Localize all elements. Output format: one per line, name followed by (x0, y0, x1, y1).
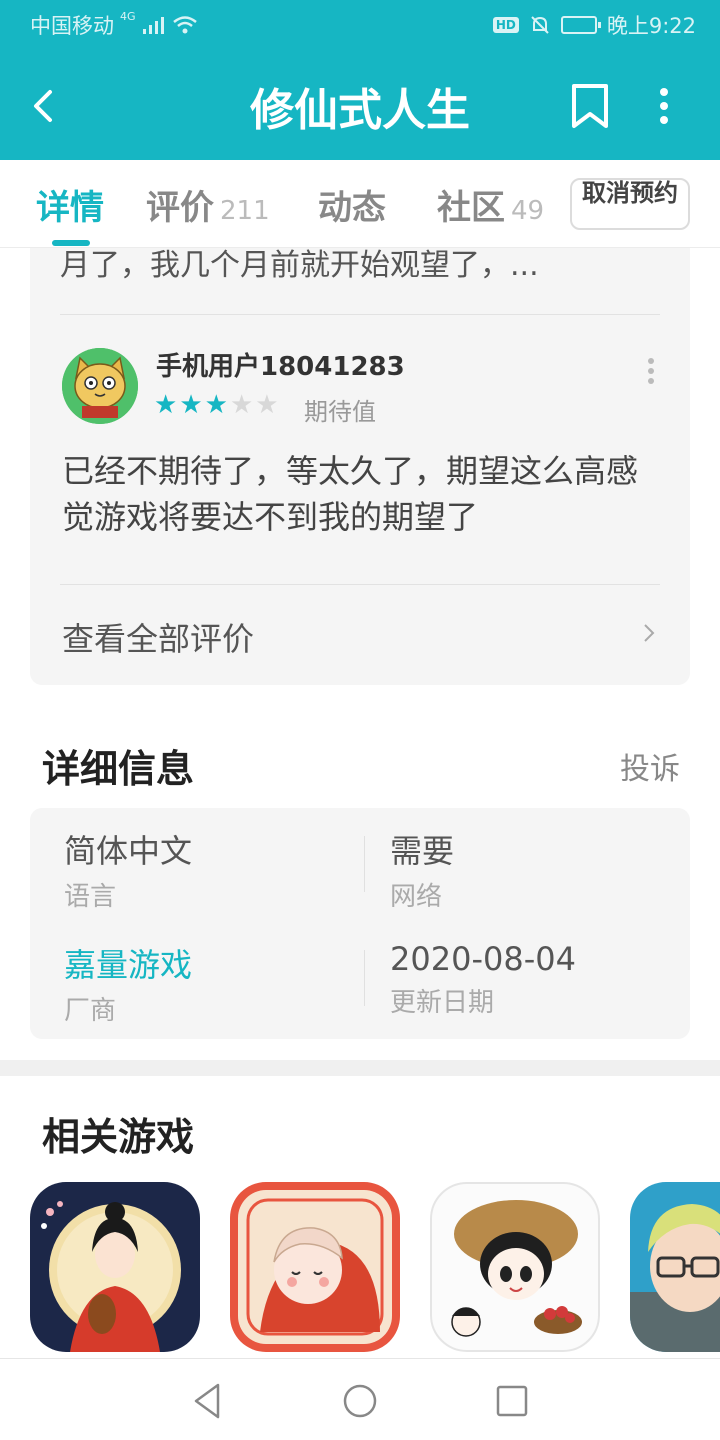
game-icon-glasses-man[interactable] (630, 1182, 720, 1352)
status-right: HD 晚上9:22 (492, 10, 696, 40)
game-art (630, 1182, 720, 1352)
divider (364, 836, 365, 892)
tab-count: 211 (220, 196, 270, 226)
app-bar: 修仙式人生 (0, 52, 720, 160)
page-title: 修仙式人生 (250, 85, 470, 136)
nav-home-icon[interactable] (338, 1379, 382, 1423)
info-label: 语言 (64, 882, 117, 912)
signal-icon (142, 17, 164, 34)
cancel-reservation-button[interactable]: 取消预约 (570, 178, 690, 230)
game-icon-straw-hat-girl[interactable] (430, 1182, 600, 1352)
info-language: 简体中文 语言 (64, 826, 192, 913)
divider (364, 950, 365, 1006)
section-separator (0, 1060, 720, 1076)
game-art (230, 1182, 400, 1352)
tab-label: 详情 (36, 188, 104, 228)
divider (60, 584, 660, 585)
network-label: 4G (120, 10, 136, 23)
star-icon: ★ (229, 390, 256, 420)
tab-updates[interactable]: 动态 (318, 180, 386, 229)
bookmark-icon[interactable] (566, 80, 614, 132)
system-nav-bar (0, 1358, 720, 1440)
hd-badge: HD (492, 17, 519, 33)
game-icon-pipa-girl[interactable] (30, 1182, 200, 1352)
clock: 晚上9:22 (606, 14, 696, 38)
avatar[interactable] (62, 348, 138, 424)
game-icon-baby[interactable] (230, 1182, 400, 1352)
game-art (430, 1182, 600, 1352)
rating-stars: ★★★★★ (154, 390, 281, 420)
related-games-row (0, 1182, 720, 1354)
info-developer: 嘉量游戏 厂商 (64, 940, 192, 1027)
star-icon: ★ (204, 390, 230, 420)
related-games-title: 相关游戏 (42, 1115, 195, 1159)
battery-icon (560, 16, 601, 34)
game-art (30, 1182, 200, 1352)
previous-review-text: 月了，我几个月前就开始观望了，... (60, 248, 539, 283)
tab-label: 评价 (146, 188, 214, 228)
status-left: 中国移动 4G (30, 10, 198, 40)
chevron-left-icon[interactable] (22, 82, 70, 130)
mute-bell-icon (531, 16, 549, 34)
nav-recents-icon[interactable] (490, 1379, 534, 1423)
developer-link[interactable]: 嘉量游戏 (64, 940, 192, 986)
wifi-icon (172, 16, 197, 34)
info-label: 网络 (390, 882, 443, 912)
more-vertical-icon[interactable] (644, 80, 684, 132)
details-title: 详细信息 (42, 747, 195, 791)
rating-label: 期待值 (304, 398, 376, 426)
divider (60, 314, 660, 315)
tab-details[interactable]: 详情 (36, 180, 104, 229)
info-label: 厂商 (64, 996, 117, 1026)
info-card: 简体中文 语言 需要 网络 嘉量游戏 厂商 2020-08-04 更新日期 (30, 808, 690, 1039)
star-icon: ★ (255, 390, 281, 420)
info-value: 需要 (390, 832, 455, 870)
info-value: 2020-08-04 (390, 940, 576, 978)
complain-link[interactable]: 投诉 (620, 744, 680, 788)
tab-count: 49 (511, 196, 545, 226)
star-icon: ★ (154, 390, 180, 420)
more-vertical-icon[interactable] (646, 356, 656, 386)
tab-label: 动态 (318, 188, 386, 228)
see-all-reviews-link[interactable]: 查看全部评价 (62, 614, 254, 660)
review-card: 月了，我几个月前就开始观望了，... 手机用户18041283 ★★★★★ 期待… (30, 248, 690, 685)
tab-indicator (52, 240, 90, 246)
chevron-right-icon[interactable] (642, 622, 656, 644)
tab-bar: 详情 评价 211 动态 社区 49 取消预约 (0, 160, 720, 248)
carrier-label: 中国移动 (30, 14, 114, 38)
reviewer-name[interactable]: 手机用户18041283 (156, 346, 405, 383)
status-bar: 中国移动 4G HD 晚上9:22 (0, 0, 720, 52)
cat-avatar-icon (62, 348, 138, 424)
info-update-date: 2020-08-04 更新日期 (390, 940, 576, 1019)
nav-back-icon[interactable] (186, 1379, 230, 1423)
star-icon: ★ (179, 390, 205, 420)
info-network: 需要 网络 (390, 826, 454, 913)
info-value: 简体中文 (64, 832, 193, 870)
tab-reviews[interactable]: 评价 211 (146, 180, 270, 229)
tab-label: 社区 (437, 188, 505, 228)
info-label: 更新日期 (390, 988, 495, 1018)
review-text: 已经不期待了，等太久了，期望这么高感觉游戏将要达不到我的期望了 (62, 452, 639, 536)
tab-community[interactable]: 社区 49 (437, 180, 544, 229)
